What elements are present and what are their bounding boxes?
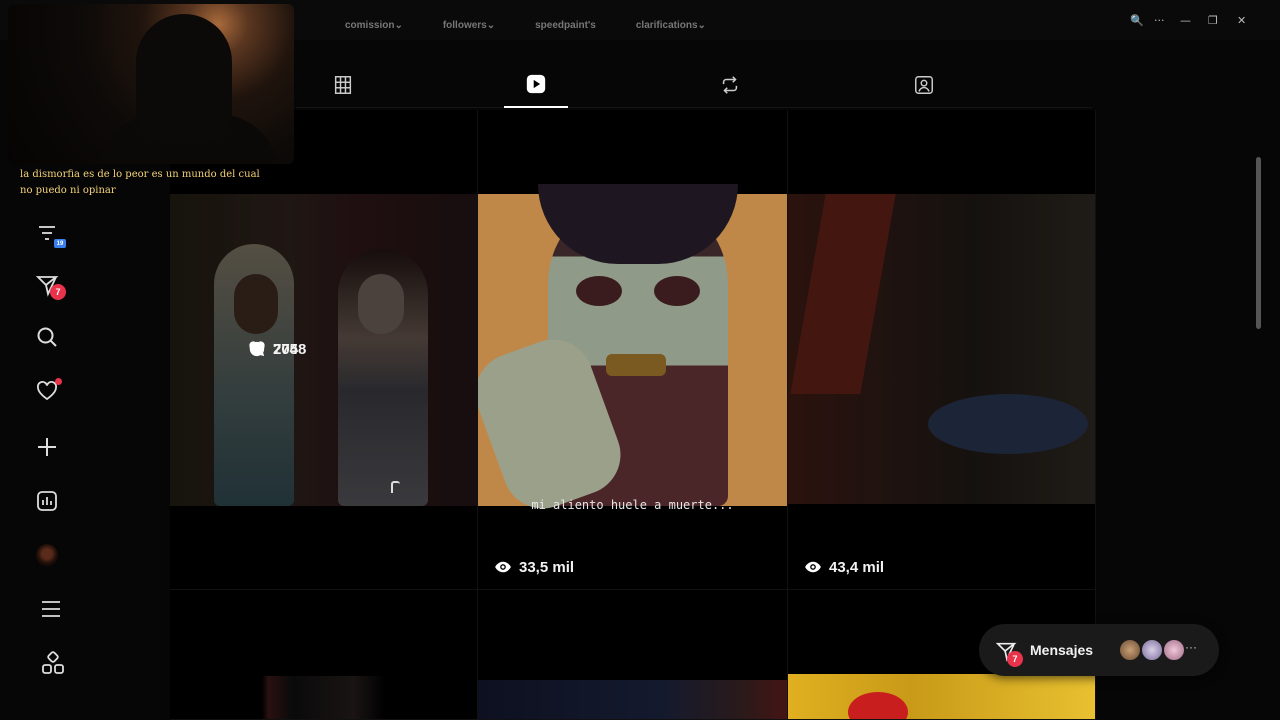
- stream-caption: la dismorfia es de lo peor es un mundo d…: [20, 169, 260, 196]
- post-thumbnail: [788, 674, 1095, 719]
- stats-icon: [37, 491, 57, 511]
- maximize-button[interactable]: ❐: [1208, 14, 1218, 27]
- grid-item[interactable]: [478, 590, 788, 720]
- messages-label: Mensajes: [1030, 642, 1094, 658]
- cursor-hand-icon: [391, 481, 400, 493]
- repost-icon: [722, 76, 738, 94]
- comments-stat: 204: [248, 340, 298, 358]
- grid-item[interactable]: mi aliento huele a muerte... 33,5 mil: [478, 110, 788, 590]
- comments-count: 204: [273, 340, 299, 358]
- webcam-overlay: [8, 4, 294, 164]
- profile-avatar: [36, 544, 58, 566]
- views-count: 33,5 mil: [519, 558, 575, 576]
- avatar: [1140, 638, 1164, 662]
- post-thumbnail: [478, 680, 787, 719]
- close-button[interactable]: ✕: [1237, 14, 1246, 27]
- video-subtitle: mi aliento huele a muerte...: [531, 498, 734, 512]
- more-apps-icon: [42, 651, 64, 674]
- link-followers[interactable]: followers⌄: [443, 20, 495, 31]
- messages-pill-badge: 7: [1007, 651, 1023, 667]
- profile-highlight-links: comission⌄ followers⌄ speedpaint's clari…: [345, 20, 746, 31]
- link-speedpaints[interactable]: speedpaint's: [535, 20, 596, 31]
- tagged-icon: [915, 76, 933, 94]
- comment-filled-icon: [249, 341, 265, 357]
- tab-reels[interactable]: [504, 62, 568, 108]
- views-stat: 33,5 mil: [494, 558, 574, 576]
- grid-item[interactable]: [170, 590, 478, 720]
- post-thumbnail: [788, 194, 1095, 504]
- reels-grid: 7758 204 mi aliento huele a muerte... 33…: [170, 110, 1096, 720]
- minimize-button[interactable]: —: [1180, 14, 1191, 27]
- post-thumbnail: [170, 194, 477, 506]
- grid-icon: [334, 76, 352, 94]
- sidebar-item-filter[interactable]: 19: [32, 218, 66, 248]
- sidebar-item-create[interactable]: [32, 432, 62, 462]
- post-thumbnail: [170, 676, 477, 719]
- avatar: [1118, 638, 1142, 662]
- create-icon: [38, 438, 56, 456]
- messages-badge: 7: [50, 284, 66, 300]
- sidebar-item-notifications[interactable]: [32, 376, 62, 406]
- views-count: 43,4 mil: [829, 558, 885, 576]
- post-thumbnail: [478, 184, 787, 520]
- messages-pill[interactable]: 7 Mensajes ···: [979, 624, 1219, 676]
- menu-icon: [42, 601, 60, 617]
- tab-reposts[interactable]: [698, 62, 762, 108]
- notification-dot: [55, 378, 62, 385]
- eye-icon: [495, 561, 511, 573]
- sidebar-item-search[interactable]: [32, 322, 62, 352]
- tab-tagged[interactable]: [892, 62, 956, 108]
- grid-item[interactable]: 43,4 mil: [788, 110, 1096, 590]
- profile-tabs: [296, 62, 1092, 108]
- more-icon: ···: [1185, 640, 1197, 654]
- sidebar-item-messages[interactable]: 7: [32, 270, 66, 300]
- tab-posts[interactable]: [311, 62, 375, 108]
- avatar: [1162, 638, 1186, 662]
- scrollbar-thumb[interactable]: [1256, 157, 1261, 329]
- sidebar-item-more-apps[interactable]: [38, 648, 68, 678]
- zoom-icon[interactable]: 🔍: [1130, 14, 1144, 27]
- more-icon[interactable]: ···: [1154, 14, 1165, 27]
- eye-icon: [805, 561, 821, 573]
- scrollbar[interactable]: [1253, 40, 1261, 702]
- sidebar-item-menu[interactable]: [36, 594, 66, 624]
- reels-icon: [526, 74, 546, 94]
- link-clarifications[interactable]: clarifications⌄: [636, 20, 706, 31]
- app-window: 🔍 ··· — ❐ ✕ comission⌄ followers⌄ speedp…: [0, 0, 1280, 720]
- filter-badge: 19: [54, 239, 66, 248]
- search-icon: [37, 327, 57, 347]
- sidebar-item-profile[interactable]: [32, 540, 62, 570]
- link-comission[interactable]: comission⌄: [345, 20, 403, 31]
- sidebar-item-dashboard[interactable]: [32, 486, 62, 516]
- views-stat: 43,4 mil: [804, 558, 884, 576]
